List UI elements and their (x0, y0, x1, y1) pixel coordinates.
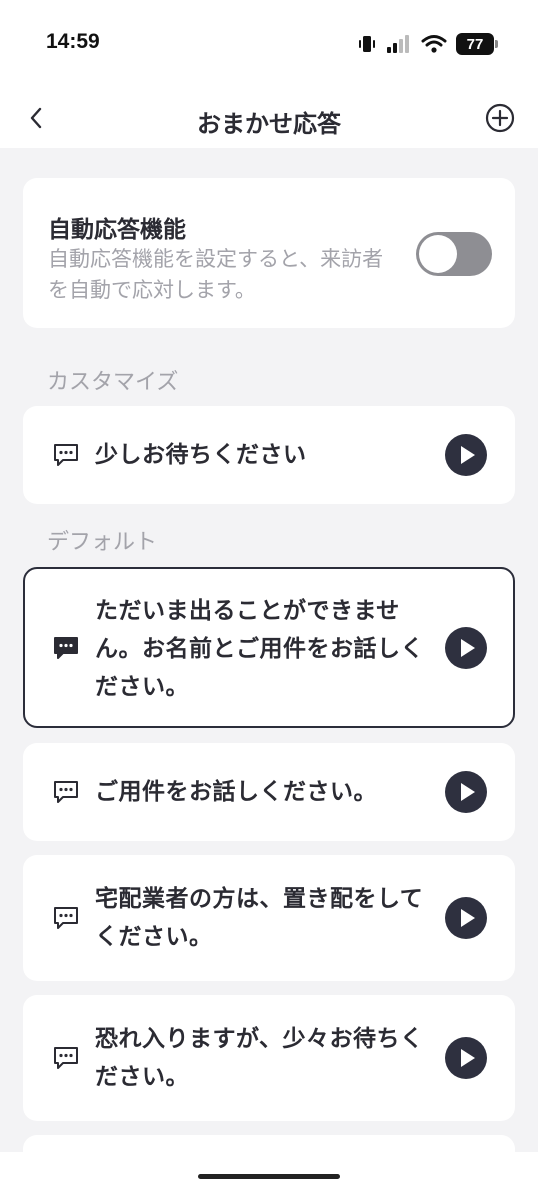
battery-icon: 77 (456, 33, 498, 55)
section-label-custom: カスタマイズ (47, 370, 179, 395)
message-text: 宅配業者の方は、置き配をしてください。 (95, 886, 424, 950)
default-message-row[interactable]: 宅配業者の方は、置き配をしてください。 (23, 855, 515, 981)
message-text: ご用件をお話しください。 (95, 779, 377, 805)
speech-bubble-icon (54, 907, 78, 929)
play-button[interactable] (445, 434, 487, 476)
toggle-knob (419, 235, 457, 273)
default-message-row[interactable]: ご用件をお話しください。 (23, 743, 515, 841)
message-text: 少しお待ちください (95, 442, 307, 468)
play-button[interactable] (445, 1037, 487, 1079)
speech-bubble-icon (54, 781, 78, 803)
section-label-default: デフォルト (47, 530, 158, 555)
default-message-row-selected[interactable]: ただいま出ることができません。お名前とご用件をお話しください。 (23, 567, 515, 728)
default-message-row[interactable]: 恐れ入りますが、少々お待ちください。 (23, 995, 515, 1121)
page-title: おまかせ応答 (197, 110, 341, 138)
play-button[interactable] (445, 627, 487, 669)
add-button[interactable] (484, 102, 516, 134)
bottom-bar (0, 1152, 538, 1200)
speech-bubble-icon (54, 1047, 78, 1069)
battery-level: 77 (466, 35, 484, 53)
cellular-signal-icon (387, 35, 409, 53)
auto-response-card: 自動応答機能 自動応答機能を設定すると、来訪者を自動で応対します。 (23, 178, 515, 328)
plus-circle-icon (485, 103, 515, 133)
auto-response-toggle[interactable] (416, 232, 492, 276)
navigation-bar: おまかせ応答 (0, 88, 538, 148)
status-icons: 77 (357, 31, 498, 57)
status-bar: 14:59 77 (0, 0, 538, 88)
speech-bubble-icon (54, 444, 78, 466)
speech-bubble-icon (54, 637, 78, 659)
auto-response-title: 自動応答機能 (48, 217, 186, 243)
message-text: ただいま出ることができません。お名前とご用件をお話しください。 (95, 598, 424, 700)
vibrate-icon (359, 36, 375, 52)
status-time: 14:59 (46, 30, 100, 53)
message-text: 恐れ入りますが、少々お待ちください。 (95, 1026, 424, 1090)
wifi-icon (421, 35, 447, 53)
auto-response-description: 自動応答機能を設定すると、来訪者を自動で応対します。 (48, 247, 384, 302)
play-button[interactable] (445, 897, 487, 939)
play-button[interactable] (445, 771, 487, 813)
custom-message-row[interactable]: 少しお待ちください (23, 406, 515, 504)
home-indicator[interactable] (198, 1174, 340, 1179)
